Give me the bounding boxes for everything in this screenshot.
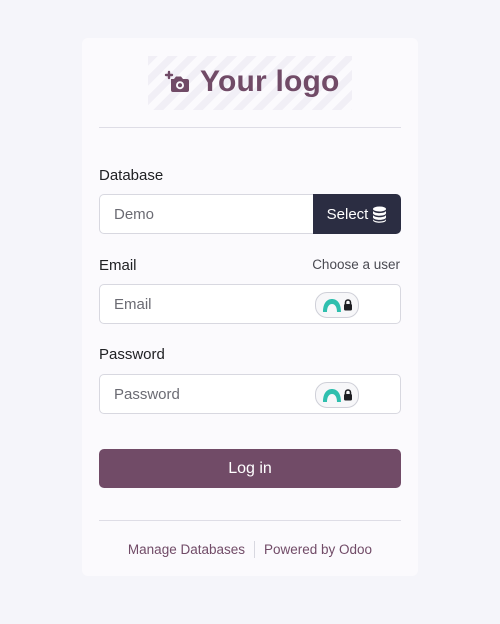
lock-icon [343,389,352,401]
login-button[interactable]: Log in [99,449,401,488]
password-manager-logo-icon [322,389,341,402]
email-field-container [99,284,401,324]
password-field-container [99,374,401,414]
logo-text: Your logo [200,65,340,98]
password-manager-lock-icon[interactable] [315,382,359,408]
select-button-label: Select [326,205,369,223]
password-input[interactable] [114,375,304,413]
database-label: Database [99,167,164,184]
password-manager-lock-icon[interactable] [315,292,359,318]
database-input[interactable] [114,195,304,233]
password-manager-logo-icon [322,299,341,312]
footer-separator [254,541,255,558]
password-label: Password [99,346,165,363]
login-card: Your logo Database Select Email Choose a… [82,38,418,576]
database-field-container [99,194,313,234]
divider [99,127,401,128]
manage-databases-link[interactable]: Manage Databases [128,542,245,557]
database-icon [373,206,387,223]
lock-icon [343,299,352,311]
footer: Manage Databases Powered by Odoo [82,541,418,558]
email-label: Email [99,257,137,274]
divider [99,520,401,521]
powered-by-odoo-link[interactable]: Powered by Odoo [264,542,372,557]
camera-add-icon [164,70,189,92]
choose-user-link[interactable]: Choose a user [312,257,400,273]
email-input[interactable] [114,285,304,323]
select-database-button[interactable]: Select [313,194,401,234]
